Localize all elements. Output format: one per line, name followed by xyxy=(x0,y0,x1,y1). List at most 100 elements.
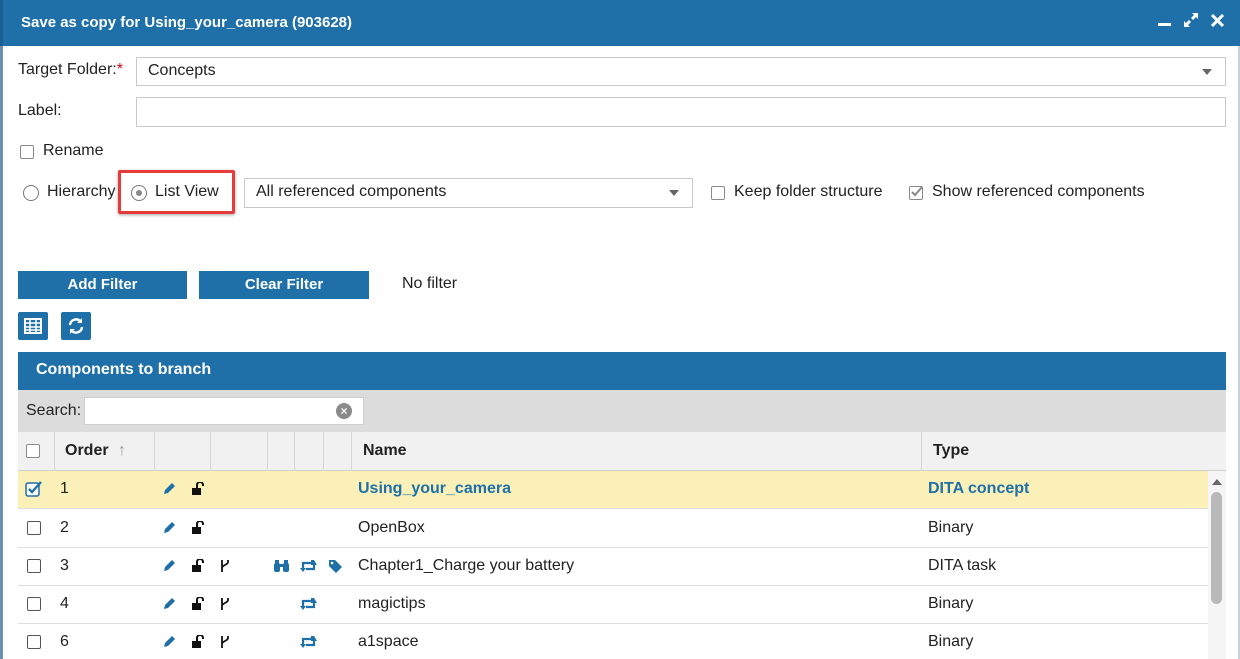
icon-column-4 xyxy=(295,432,324,471)
scroll-up-icon[interactable] xyxy=(1212,479,1222,485)
retweet-icon[interactable] xyxy=(300,559,317,573)
refresh-button[interactable] xyxy=(61,312,91,340)
branch-icon[interactable] xyxy=(219,635,231,649)
table-row[interactable]: 3 Chapter1_Charge your battery DITA task xyxy=(18,548,1208,586)
retweet-icon[interactable] xyxy=(300,635,317,649)
refresh-icon xyxy=(68,318,84,334)
hierarchy-radio[interactable] xyxy=(23,185,39,201)
row-type: DITA task xyxy=(928,557,997,574)
row-order: 6 xyxy=(60,633,69,650)
table-row[interactable]: 6 a1space Binary xyxy=(18,624,1208,659)
header-select-cell xyxy=(18,432,55,471)
name-column-header[interactable]: Name xyxy=(352,432,922,471)
show-referenced-checkbox[interactable] xyxy=(909,186,923,200)
icon-column-3 xyxy=(268,432,295,471)
filter-status: No filter xyxy=(402,275,458,292)
row-type: Binary xyxy=(928,595,974,612)
target-folder-label-text: Target Folder: xyxy=(18,61,117,78)
row-checkbox[interactable] xyxy=(27,597,41,611)
dialog-titlebar[interactable]: Save as copy for Using_your_camera (9036… xyxy=(0,0,1240,46)
maximize-icon[interactable] xyxy=(1183,12,1199,28)
pencil-icon[interactable] xyxy=(162,482,176,496)
clear-filter-button[interactable]: Clear Filter xyxy=(199,271,369,299)
table-row[interactable]: 1 Using_your_camera DITA concept xyxy=(18,471,1208,509)
icon-column-5 xyxy=(324,432,352,471)
search-bar: Search: × xyxy=(18,390,1226,432)
icon-column-2 xyxy=(211,432,268,471)
components-select[interactable]: All referenced components xyxy=(244,178,693,208)
tags-icon[interactable] xyxy=(328,559,345,573)
type-column-label: Type xyxy=(933,442,970,459)
window-controls xyxy=(1158,12,1224,28)
row-type: Binary xyxy=(928,633,974,650)
unlock-icon[interactable] xyxy=(191,521,205,535)
icon-column-1 xyxy=(155,432,211,471)
row-name[interactable]: a1space xyxy=(358,633,419,651)
row-type: Binary xyxy=(928,519,974,536)
check-icon xyxy=(911,186,923,197)
select-all-checkbox[interactable] xyxy=(26,444,40,458)
row-order: 1 xyxy=(60,480,69,497)
required-mark: * xyxy=(116,61,123,78)
close-icon[interactable] xyxy=(1211,13,1224,27)
table-view-button[interactable] xyxy=(18,312,48,340)
keep-folder-label: Keep folder structure xyxy=(734,183,883,200)
show-referenced-label: Show referenced components xyxy=(932,183,1145,200)
target-folder-value: Concepts xyxy=(148,62,216,79)
target-folder-select[interactable]: Concepts xyxy=(136,57,1226,86)
pencil-icon[interactable] xyxy=(162,559,176,573)
order-column-header[interactable]: Order ↑ xyxy=(55,432,155,471)
components-panel-title: Components to branch xyxy=(36,361,212,378)
order-column-label: Order xyxy=(65,442,109,459)
sort-asc-icon: ↑ xyxy=(118,442,126,459)
label-label: Label: xyxy=(18,102,62,119)
row-order: 4 xyxy=(60,595,69,612)
search-input[interactable] xyxy=(84,397,364,425)
list-view-radio[interactable] xyxy=(131,185,147,201)
binoculars-icon[interactable] xyxy=(273,559,290,573)
dialog-title: Save as copy for Using_your_camera (9036… xyxy=(21,14,353,31)
unlock-icon[interactable] xyxy=(191,559,205,573)
keep-folder-checkbox[interactable] xyxy=(711,186,725,200)
type-column-header[interactable]: Type xyxy=(922,432,1226,471)
row-checkbox[interactable] xyxy=(27,635,41,649)
minimize-icon[interactable] xyxy=(1158,13,1171,27)
table-icon xyxy=(24,318,42,334)
row-name[interactable]: magictips xyxy=(358,595,426,613)
row-type: DITA concept xyxy=(928,480,1030,497)
rename-checkbox[interactable] xyxy=(20,145,34,159)
unlock-icon[interactable] xyxy=(191,482,205,496)
chevron-down-icon xyxy=(669,190,679,196)
row-name[interactable]: OpenBox xyxy=(358,519,425,537)
clear-search-icon[interactable]: × xyxy=(336,403,352,419)
branch-icon[interactable] xyxy=(219,559,231,573)
row-checkbox[interactable] xyxy=(27,559,41,573)
pencil-icon[interactable] xyxy=(162,597,176,611)
dialog-left-border xyxy=(0,46,3,659)
rename-label: Rename xyxy=(43,142,104,159)
label-input[interactable] xyxy=(136,97,1226,127)
unlock-icon[interactable] xyxy=(191,635,205,649)
row-name[interactable]: Using_your_camera xyxy=(358,480,511,498)
row-checkbox[interactable] xyxy=(27,521,41,535)
search-label: Search: xyxy=(26,402,82,419)
row-checkbox-checked[interactable] xyxy=(25,480,43,498)
list-view-label: List View xyxy=(155,183,219,200)
pencil-icon[interactable] xyxy=(162,521,176,535)
row-order: 3 xyxy=(60,557,69,574)
target-folder-label: Target Folder:* xyxy=(18,61,123,79)
retweet-icon[interactable] xyxy=(300,597,317,611)
components-select-value: All referenced components xyxy=(256,183,447,200)
branch-icon[interactable] xyxy=(219,597,231,611)
pencil-icon[interactable] xyxy=(162,635,176,649)
table-row[interactable]: 4 magictips Binary xyxy=(18,586,1208,624)
add-filter-button[interactable]: Add Filter xyxy=(18,271,187,299)
table-row[interactable]: 2 OpenBox Binary xyxy=(18,510,1208,548)
unlock-icon[interactable] xyxy=(191,597,205,611)
scrollbar-thumb[interactable] xyxy=(1211,492,1222,604)
hierarchy-label: Hierarchy xyxy=(47,183,116,200)
table-header: Order ↑ Name Type xyxy=(18,432,1226,471)
row-order: 2 xyxy=(60,519,69,536)
components-panel-header: Components to branch xyxy=(18,352,1226,390)
row-name[interactable]: Chapter1_Charge your battery xyxy=(358,557,574,575)
